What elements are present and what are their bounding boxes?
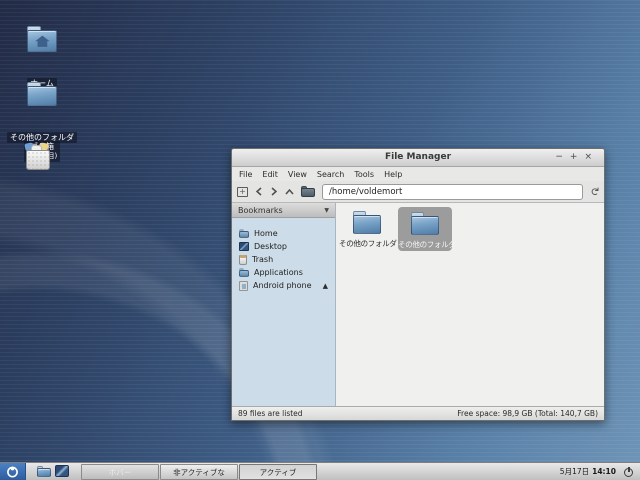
- sidebar-item-applications[interactable]: Applications: [232, 266, 335, 279]
- file-item-folder-selected[interactable]: その他のフォルダ: [398, 207, 452, 251]
- menu-edit[interactable]: Edit: [262, 170, 278, 179]
- home-button[interactable]: [301, 186, 315, 197]
- taskbar-window-button-hover[interactable]: ホバー: [81, 464, 159, 480]
- up-button[interactable]: [285, 188, 294, 196]
- applications-menu-button[interactable]: [0, 463, 26, 480]
- file-manager-launcher[interactable]: [37, 466, 51, 477]
- folder-icon: [239, 268, 249, 277]
- desktop-icon-other-folder[interactable]: その他のフォルダ: [0, 82, 84, 144]
- sidebar-item-trash[interactable]: Trash: [232, 253, 335, 266]
- file-manager-window: File Manager − + × File Edit View Search…: [231, 148, 605, 421]
- sidebar-item-android-phone[interactable]: Android phone ▲: [232, 279, 335, 292]
- window-title: File Manager: [232, 152, 604, 162]
- statusbar: 89 files are listed Free space: 98,9 GB …: [232, 406, 604, 420]
- chevron-down-icon: ▼: [324, 207, 329, 214]
- menubar: File Edit View Search Tools Help: [232, 167, 604, 181]
- sidebar-header[interactable]: Bookmarks ▼: [232, 203, 335, 218]
- status-free-space: Free space: 98,9 GB (Total: 140,7 GB): [457, 409, 598, 418]
- taskbar-window-button-active[interactable]: アクティブ: [239, 464, 317, 480]
- file-item-folder[interactable]: その他のフォルダ: [339, 211, 395, 249]
- close-button[interactable]: ×: [584, 151, 592, 164]
- menu-search[interactable]: Search: [317, 170, 344, 179]
- clock[interactable]: 5月17日 14:10: [560, 463, 616, 480]
- power-button[interactable]: [624, 467, 634, 477]
- sidebar: Bookmarks ▼ Home Desktop Trash: [232, 203, 336, 406]
- sidebar-item-desktop[interactable]: Desktop: [232, 240, 335, 253]
- folder-icon: [239, 229, 249, 238]
- forward-button[interactable]: [270, 187, 278, 196]
- trash-icon: [239, 255, 247, 265]
- sidebar-item-home[interactable]: Home: [232, 227, 335, 240]
- menu-view[interactable]: View: [288, 170, 307, 179]
- status-files-count: 89 files are listed: [238, 409, 303, 418]
- file-list-area[interactable]: その他のフォルダ その他のフォルダ: [336, 203, 604, 406]
- menu-file[interactable]: File: [239, 170, 252, 179]
- xubuntu-logo-icon: [6, 465, 19, 478]
- desktop-icon-home[interactable]: ホーム: [0, 26, 84, 90]
- maximize-button[interactable]: +: [570, 151, 578, 164]
- titlebar[interactable]: File Manager − + ×: [232, 149, 604, 167]
- show-desktop-launcher[interactable]: [55, 465, 69, 477]
- back-button[interactable]: [255, 187, 263, 196]
- taskbar-window-button-inactive[interactable]: 非アクティブな: [160, 464, 238, 480]
- menu-help[interactable]: Help: [384, 170, 402, 179]
- home-folder-icon: [27, 26, 57, 52]
- phone-icon: [239, 281, 248, 291]
- desktop-icon: [239, 242, 249, 251]
- clock-date: 5月17日: [560, 466, 589, 477]
- desktop: ホーム その他のフォルダ ゴミ箱(14 項目) File Manager − +…: [0, 0, 640, 480]
- path-input[interactable]: [322, 184, 583, 200]
- taskbar: ホバー 非アクティブな アクティブ 5月17日 14:10: [0, 462, 640, 480]
- folder-icon: [411, 212, 439, 235]
- new-tab-button[interactable]: +: [237, 187, 248, 197]
- folder-icon: [353, 211, 381, 234]
- folder-icon: [27, 82, 57, 106]
- eject-icon[interactable]: ▲: [323, 282, 328, 290]
- minimize-button[interactable]: −: [555, 151, 563, 164]
- reload-button[interactable]: ↻: [588, 187, 601, 196]
- sidebar-header-label: Bookmarks: [238, 206, 283, 215]
- menu-tools[interactable]: Tools: [354, 170, 374, 179]
- desktop-icon-trash[interactable]: ゴミ箱(14 項目): [0, 138, 84, 162]
- toolbar: + ↻: [232, 181, 604, 203]
- clock-time: 14:10: [592, 467, 616, 476]
